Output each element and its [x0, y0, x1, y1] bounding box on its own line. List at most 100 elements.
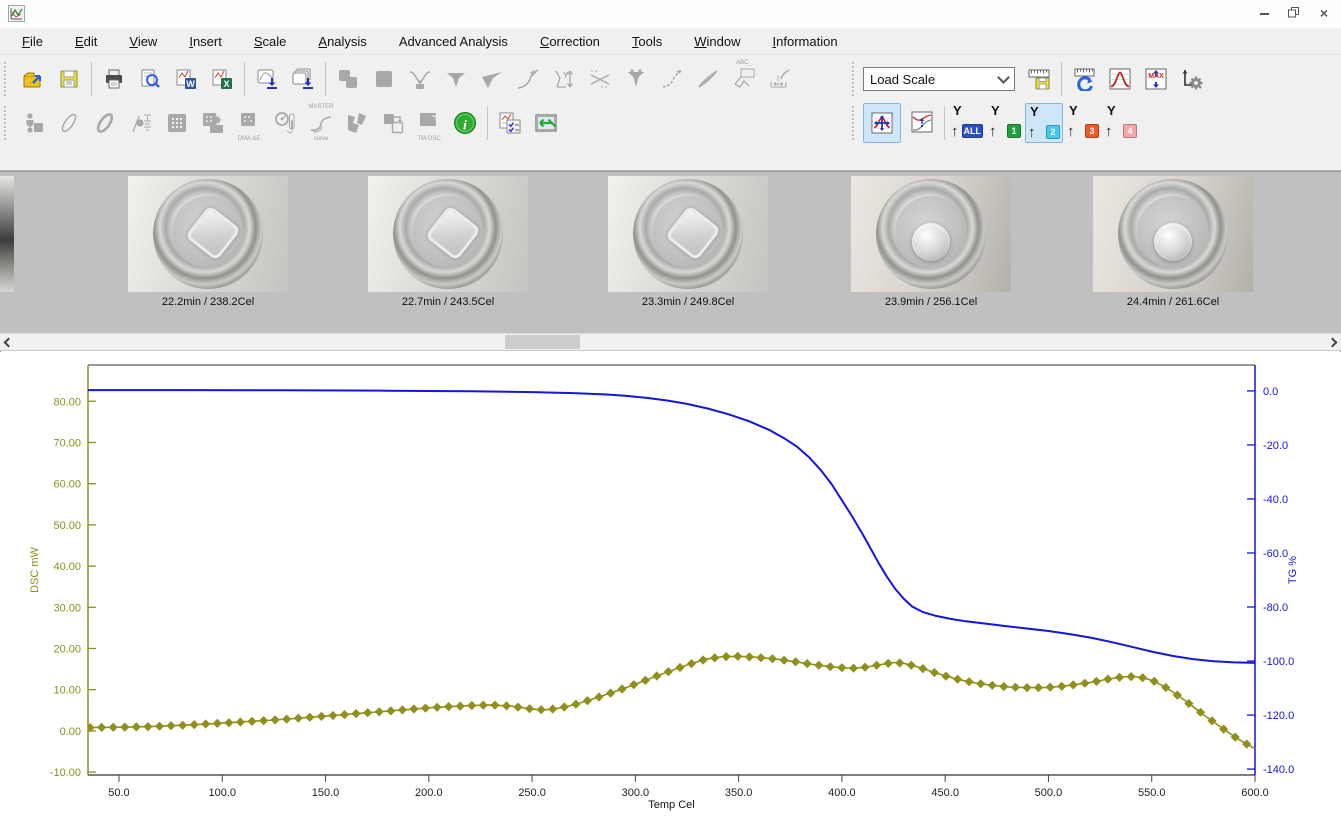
export-word-icon[interactable]: W	[168, 60, 204, 98]
onset-icon[interactable]	[510, 60, 546, 98]
app-logo-icon	[8, 5, 25, 22]
menu-advanced-analysis[interactable]: Advanced Analysis	[383, 31, 524, 52]
sample-pan	[153, 179, 263, 289]
up-arrow-icon: ↑	[1067, 125, 1075, 139]
scale-settings-icon[interactable]	[1174, 60, 1210, 98]
y-axis-2-button[interactable]: Y↑2	[1025, 103, 1063, 143]
annotation-icon[interactable]: ABC_	[726, 60, 762, 98]
load-scale-select[interactable]: Load Scale	[863, 67, 1015, 91]
print-icon[interactable]	[96, 60, 132, 98]
partial-peak-area-icon[interactable]	[474, 60, 510, 98]
menu-analysis[interactable]: Analysis	[302, 31, 382, 52]
y-axis-3-button[interactable]: Y↑3	[1065, 103, 1101, 141]
scrollbar-thumb[interactable]	[505, 335, 580, 349]
loop-thin-icon[interactable]	[51, 104, 87, 142]
loop-bold-icon[interactable]	[87, 104, 123, 142]
y-axis-4-button[interactable]: Y↑4	[1103, 103, 1139, 141]
sample-material	[425, 205, 481, 261]
y-axis-all-button[interactable]: Y↑ALL	[949, 103, 985, 141]
information-icon[interactable]: i	[447, 104, 483, 142]
display-image-icon[interactable]	[528, 104, 564, 142]
icon-caption: curve	[303, 136, 339, 142]
tile-curves-icon[interactable]	[366, 60, 402, 98]
menu-tools[interactable]: Tools	[616, 31, 678, 52]
dot-matrix-icon[interactable]	[159, 104, 195, 142]
sample-controller-icon[interactable]	[15, 104, 51, 142]
menu-edit[interactable]: Edit	[59, 31, 113, 52]
peak-top-icon[interactable]	[618, 60, 654, 98]
left-axis-title: DSC mW	[29, 546, 41, 592]
clip-curves-icon[interactable]	[339, 104, 375, 142]
menu-bar: FileEditViewInsertScaleAnalysisAdvanced …	[0, 28, 1341, 54]
sample-frame[interactable]: 22.2min / 238.2Cel	[128, 172, 288, 317]
sample-frame[interactable]: 24.4min / 261.6Cel	[1093, 172, 1253, 317]
time-range-icon[interactable]: t	[762, 60, 798, 98]
overlay-curves-icon[interactable]	[330, 60, 366, 98]
save-scale-icon[interactable]	[1021, 60, 1057, 98]
default-scale-icon[interactable]	[1102, 60, 1138, 98]
open-file-icon[interactable]	[15, 60, 51, 98]
menu-correction[interactable]: Correction	[524, 31, 616, 52]
close-button[interactable]: ×	[1313, 4, 1335, 21]
menu-insert[interactable]: Insert	[173, 31, 238, 52]
pan-interior	[895, 196, 967, 268]
image-analysis-icon[interactable]	[195, 104, 231, 142]
peak-area-icon[interactable]	[438, 60, 474, 98]
save-file-icon[interactable]	[51, 60, 87, 98]
sample-frame[interactable]: 23.9min / 256.1Cel	[851, 172, 1011, 317]
restore-button[interactable]	[1283, 4, 1305, 21]
filmstrip-scrollbar[interactable]	[0, 333, 1341, 351]
pan-interior	[172, 196, 244, 268]
minimize-button[interactable]	[1253, 4, 1275, 21]
toolbar-grip	[4, 106, 10, 140]
tm-dsc-icon[interactable]: TM-DSC	[411, 104, 447, 142]
partial-frame-image[interactable]	[0, 176, 14, 292]
ta-analysis-app-window: { "window": { "controls": [ {"name": "mi…	[0, 0, 1341, 816]
menu-view[interactable]: View	[113, 31, 173, 52]
chevron-down-icon	[997, 71, 1010, 84]
peak-baseline-icon[interactable]	[402, 60, 438, 98]
shift-curve-icon[interactable]	[904, 103, 940, 141]
measurement-list-icon[interactable]	[492, 104, 528, 142]
sample-frame[interactable]: 23.3min / 249.8Cel	[608, 172, 768, 317]
toolbar-grip	[4, 62, 10, 96]
toolbar-separator	[91, 62, 92, 96]
scroll-right-arrow[interactable]	[1324, 334, 1341, 350]
master-curve-icon[interactable]: curveMASTER	[303, 104, 339, 142]
dma-delta-e-icon[interactable]: DMA ΔE	[231, 104, 267, 142]
right-arrow-icon	[1328, 337, 1338, 347]
menu-file[interactable]: File	[6, 31, 59, 52]
left-axis-tick-label: 10.00	[53, 685, 81, 697]
smoothing-icon[interactable]	[690, 60, 726, 98]
gauge-thermometer-icon[interactable]	[267, 104, 303, 142]
move-curve-icon[interactable]	[863, 103, 901, 143]
copy-shift-icon[interactable]	[375, 104, 411, 142]
y-axis-badge: ALL	[962, 124, 984, 138]
inflection-icon[interactable]	[654, 60, 690, 98]
menu-scale[interactable]: Scale	[238, 31, 303, 52]
y-axis-1-button[interactable]: Y↑1	[987, 103, 1023, 141]
export-all-curve-images-icon[interactable]	[285, 60, 321, 98]
x-axis-tick-label: 100.0	[208, 787, 236, 799]
export-curve-image-icon[interactable]	[249, 60, 285, 98]
dsc-tg-plot: 80.0070.0060.0050.0040.0030.0020.0010.00…	[0, 352, 1341, 816]
max-scale-icon[interactable]: MAX	[1138, 60, 1174, 98]
up-arrow-icon: ↑	[1028, 126, 1036, 140]
scroll-left-arrow[interactable]	[0, 334, 17, 350]
x-axis-tick-label: 250.0	[518, 787, 546, 799]
svg-text:X: X	[223, 79, 229, 89]
y-label: Y	[1030, 104, 1039, 119]
print-preview-icon[interactable]	[132, 60, 168, 98]
menu-information[interactable]: Information	[757, 31, 854, 52]
intersection-icon[interactable]	[582, 60, 618, 98]
export-excel-icon[interactable]: X	[204, 60, 240, 98]
peak-height-icon[interactable]: Y	[546, 60, 582, 98]
right-axis-tick-label: -80.0	[1263, 602, 1288, 614]
sample-material	[1154, 223, 1192, 261]
menu-window[interactable]: Window	[678, 31, 756, 52]
sample-frame[interactable]: 22.7min / 243.5Cel	[368, 172, 528, 317]
undo-scale-icon[interactable]	[1066, 60, 1102, 98]
probe-adjust-icon[interactable]	[123, 104, 159, 142]
sample-pan	[876, 179, 986, 289]
right-axis-tick-label: -100.0	[1263, 656, 1294, 668]
